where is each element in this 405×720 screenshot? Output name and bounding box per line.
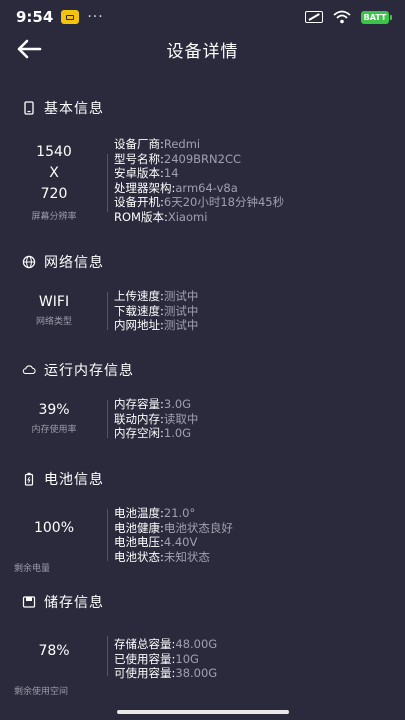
more-notifications-icon: ···	[87, 9, 104, 25]
detail-row: 存储总容量:48.00G	[114, 637, 218, 651]
divider	[107, 154, 108, 212]
home-indicator[interactable]	[117, 710, 289, 714]
section-header: 运行内存信息	[0, 358, 405, 382]
detail-row: 上传速度:测试中	[114, 289, 199, 303]
network-info-section: 网络信息 WIFI 网络类型 上传速度:测试中 下载速度:测试中 内网地址:测试…	[0, 250, 405, 338]
section-header: 基本信息	[0, 96, 405, 120]
storage-usage-block: 78%	[0, 641, 108, 661]
detail-row: 型号名称:2409BRN2CC	[114, 151, 242, 166]
arrow-left-icon	[17, 39, 42, 59]
app-notification-icon	[61, 10, 80, 24]
detail-row: 内存空闲:1.0G	[114, 426, 192, 441]
back-button[interactable]	[14, 34, 44, 64]
network-details: 上传速度:测试中 下载速度:测试中 内网地址:测试中	[114, 289, 198, 333]
battery-icon: BATT	[361, 10, 392, 24]
phone-icon	[24, 101, 34, 115]
detail-row: 已使用容量:10G	[114, 651, 199, 666]
cloud-icon	[22, 365, 36, 375]
resolution-height: 720	[40, 186, 68, 202]
storage-usage-label: 剩余使用空间	[14, 687, 69, 697]
resolution-block: 1540 X 720 屏幕分辨率	[0, 142, 108, 222]
section-title: 储存信息	[44, 595, 104, 611]
detail-row: 电池状态:未知状态	[114, 549, 210, 564]
memory-info-section: 运行内存信息 39% 内存使用率 内存容量:3.0G 联动内存:读取中 内存空闲…	[0, 358, 405, 446]
memory-usage-block: 39% 内存使用率	[0, 400, 108, 435]
detail-row: 联动内存:读取中	[114, 411, 199, 426]
status-bar: 9:54 ··· BATT	[0, 0, 405, 34]
battery-level-block: 100%	[0, 518, 108, 538]
memory-details: 内存容量:3.0G 联动内存:读取中 内存空闲:1.0G	[114, 397, 198, 441]
detail-row: 设备厂商:Redmi	[114, 137, 201, 151]
section-header: 电池信息	[0, 467, 405, 491]
page-title: 设备详情	[166, 41, 239, 62]
detail-row: 电池温度:21.0°	[114, 506, 196, 520]
nav-bar: 设备详情	[0, 34, 405, 64]
battery-details: 电池温度:21.0° 电池健康:电池状态良好 电池电压:4.40V 电池状态:未…	[114, 506, 233, 564]
section-title: 基本信息	[44, 101, 104, 117]
battery-level-value: 100%	[33, 520, 75, 536]
section-title: 网络信息	[44, 255, 104, 271]
detail-row: 设备开机:6天20小时18分钟45秒	[114, 195, 285, 210]
basic-details: 设备厂商:Redmi 型号名称:2409BRN2CC 安卓版本:14 处理器架构…	[114, 137, 284, 225]
detail-row: 电池电压:4.40V	[114, 535, 198, 550]
storage-usage-value: 78%	[38, 643, 70, 659]
basic-info-section: 基本信息 1540 X 720 屏幕分辨率 设备厂商:Redmi 型号名称:24…	[0, 96, 405, 236]
battery-section-icon	[24, 472, 34, 486]
resolution-width: 1540	[36, 144, 72, 160]
section-title: 运行内存信息	[44, 363, 134, 379]
detail-row: 处理器架构:arm64-v8a	[114, 180, 238, 195]
memory-usage-label: 内存使用率	[31, 425, 77, 435]
wifi-icon	[333, 10, 351, 24]
network-type-block: WIFI 网络类型	[0, 292, 108, 327]
network-type-value: WIFI	[38, 294, 70, 310]
status-time: 9:54	[16, 8, 54, 26]
detail-row: 内存容量:3.0G	[114, 397, 192, 411]
storage-info-section: 储存信息 78% 剩余使用空间 存储总容量:48.00G 已使用容量:10G 可…	[0, 590, 405, 708]
divider	[107, 292, 108, 330]
resolution-x: X	[49, 165, 59, 181]
detail-row: 下载速度:测试中	[114, 303, 199, 318]
battery-info-section: 电池信息 100% 剩余电量 电池温度:21.0° 电池健康:电池状态良好 电池…	[0, 467, 405, 585]
detail-row: 内网地址:测试中	[114, 318, 199, 333]
divider	[107, 636, 108, 676]
detail-row: 电池健康:电池状态良好	[114, 520, 233, 535]
section-title: 电池信息	[44, 472, 104, 488]
storage-details: 存储总容量:48.00G 已使用容量:10G 可使用容量:38.00G	[114, 637, 217, 681]
sim-off-icon	[305, 11, 323, 23]
globe-icon	[22, 255, 36, 269]
divider	[107, 400, 108, 438]
detail-row: ROM版本:Xiaomi	[114, 209, 208, 224]
battery-level-label: 剩余电量	[14, 564, 51, 574]
network-type-label: 网络类型	[35, 317, 72, 327]
section-header: 储存信息	[0, 590, 405, 614]
divider	[107, 509, 108, 561]
section-header: 网络信息	[0, 250, 405, 274]
detail-row: 可使用容量:38.00G	[114, 666, 218, 681]
storage-icon	[22, 596, 36, 608]
resolution-label: 屏幕分辨率	[31, 212, 77, 222]
detail-row: 安卓版本:14	[114, 166, 179, 181]
memory-usage-value: 39%	[38, 402, 70, 418]
